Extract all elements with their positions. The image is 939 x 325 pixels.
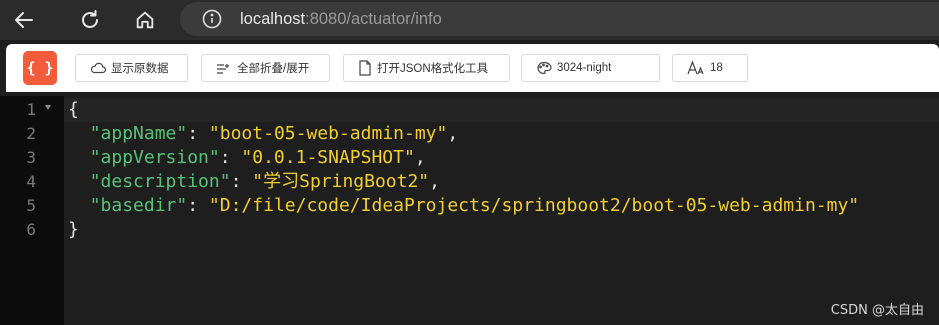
home-icon xyxy=(136,11,154,29)
theme-select-value: 3024-night xyxy=(557,62,612,74)
font-size-value: 18 xyxy=(710,62,723,74)
json-code-editor[interactable]: 1 2 3 4 5 6 { "appName": "boot-05-web-ad… xyxy=(0,96,939,325)
line-number-gutter: 1 2 3 4 5 6 xyxy=(0,96,64,325)
code-line: "appName": "boot-05-web-admin-my", xyxy=(89,123,459,144)
json-value: "D:/file/code/IdeaProjects/springboot2/b… xyxy=(208,195,860,216)
json-key: "appName" xyxy=(89,123,188,144)
line-number: 1 xyxy=(26,100,36,119)
address-bar[interactable]: localhost:8080/actuator/info xyxy=(180,2,939,36)
code-line: "basedir": "D:/file/code/IdeaProjects/sp… xyxy=(89,195,860,216)
line-number: 2 xyxy=(26,124,36,143)
fold-arrow-icon[interactable] xyxy=(45,105,51,110)
theme-select[interactable]: 3024-night xyxy=(521,54,660,82)
fold-icon xyxy=(217,64,229,74)
code-line: { xyxy=(68,98,79,122)
json-file-icon xyxy=(359,60,371,76)
line-number: 4 xyxy=(26,172,36,191)
url-text[interactable]: localhost:8080/actuator/info xyxy=(240,10,442,29)
fold-expand-all-label: 全部折叠/展开 xyxy=(237,63,310,75)
code-line: "description": "学习SpringBoot2", xyxy=(89,171,440,192)
open-json-format-tool-button[interactable]: 打开JSON格式化工具 xyxy=(343,54,510,82)
font-size-icon xyxy=(687,61,704,75)
watermark: CSDN @太自由 xyxy=(830,303,924,318)
url-host: localhost xyxy=(240,9,306,28)
back-arrow-icon xyxy=(15,12,33,28)
open-json-format-tool-label: 打开JSON格式化工具 xyxy=(377,63,489,75)
line-number: 3 xyxy=(26,148,36,167)
code-line: "appVersion": "0.0.1-SNAPSHOT", xyxy=(89,147,426,168)
json-key: "description" xyxy=(89,171,231,192)
show-raw-data-button[interactable]: 显示原数据 xyxy=(75,54,188,82)
cloud-icon xyxy=(90,62,106,74)
palette-icon xyxy=(537,61,552,75)
json-value: "0.0.1-SNAPSHOT" xyxy=(241,147,415,168)
json-key: "appVersion" xyxy=(89,147,220,168)
show-raw-data-label: 显示原数据 xyxy=(111,63,169,75)
json-value: "boot-05-web-admin-my" xyxy=(208,123,448,144)
json-value: "学习SpringBoot2" xyxy=(252,171,430,192)
json-viewer-toolbar: { } 显示原数据 全部折叠/展开 打开JSON格式化工具 3024-night… xyxy=(6,44,939,92)
json-key: "basedir" xyxy=(89,195,188,216)
line-number: 5 xyxy=(26,196,36,215)
open-brace: { xyxy=(68,99,79,120)
home-button[interactable] xyxy=(125,2,165,38)
reload-button[interactable] xyxy=(70,2,110,38)
font-size-select[interactable]: 18 xyxy=(672,54,748,82)
fold-expand-all-button[interactable]: 全部折叠/展开 xyxy=(201,54,330,82)
close-brace: } xyxy=(68,219,79,240)
back-button[interactable] xyxy=(4,2,44,38)
code-line: } xyxy=(68,218,79,242)
info-icon[interactable] xyxy=(202,9,222,29)
line-number: 6 xyxy=(26,220,36,239)
browser-bar: localhost:8080/actuator/info xyxy=(0,0,939,40)
active-line-highlight xyxy=(64,98,939,122)
url-path: :8080/actuator/info xyxy=(305,9,442,28)
reload-icon xyxy=(82,10,98,28)
json-viewer-logo: { } xyxy=(23,51,57,85)
